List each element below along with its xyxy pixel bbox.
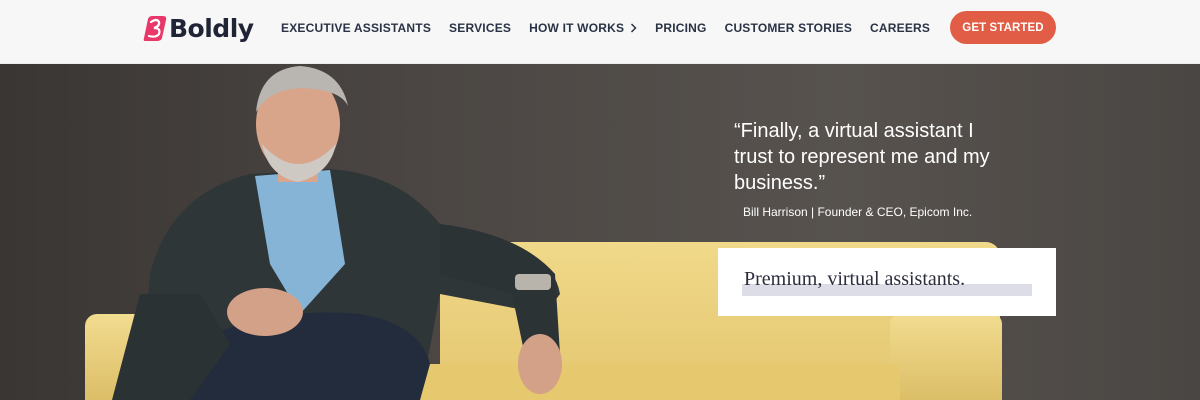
nav-label: SERVICES [449, 21, 512, 35]
nav-services[interactable]: SERVICES [449, 19, 511, 37]
nav-label: CUSTOMER STORIES [724, 21, 853, 35]
nav-pricing[interactable]: PRICING [655, 19, 706, 37]
nav-label: CAREERS [870, 21, 931, 35]
tagline-text: Premium, virtual assistants. [744, 268, 966, 290]
hero-section: “Finally, a virtual assistant I trust to… [0, 64, 1200, 400]
boldly-b-icon [143, 16, 167, 41]
testimonial-attribution: Bill Harrison | Founder & CEO, Epicom In… [743, 205, 973, 219]
main-nav: EXECUTIVE ASSISTANTS SERVICES HOW IT WOR… [281, 19, 948, 37]
site-header: Boldly EXECUTIVE ASSISTANTS SERVICES HOW… [0, 0, 1200, 64]
nav-how-it-works[interactable]: HOW IT WORKS [529, 19, 637, 37]
nav-label: EXECUTIVE ASSISTANTS [281, 21, 432, 35]
nav-label: HOW IT WORKS [529, 21, 625, 35]
tagline-card: Premium, virtual assistants. [718, 248, 1056, 316]
chevron-right-icon [631, 23, 637, 33]
nav-careers[interactable]: CAREERS [870, 19, 930, 37]
nav-executive-assistants[interactable]: EXECUTIVE ASSISTANTS [281, 19, 431, 37]
logo-text: Boldly [169, 13, 254, 43]
hero-photo [0, 64, 1200, 400]
logo[interactable]: Boldly [143, 12, 254, 44]
get-started-button[interactable]: GET STARTED [950, 11, 1056, 44]
nav-label: PRICING [655, 21, 707, 35]
nav-customer-stories[interactable]: CUSTOMER STORIES [725, 19, 852, 37]
testimonial-quote: “Finally, a virtual assistant I trust to… [734, 120, 990, 194]
